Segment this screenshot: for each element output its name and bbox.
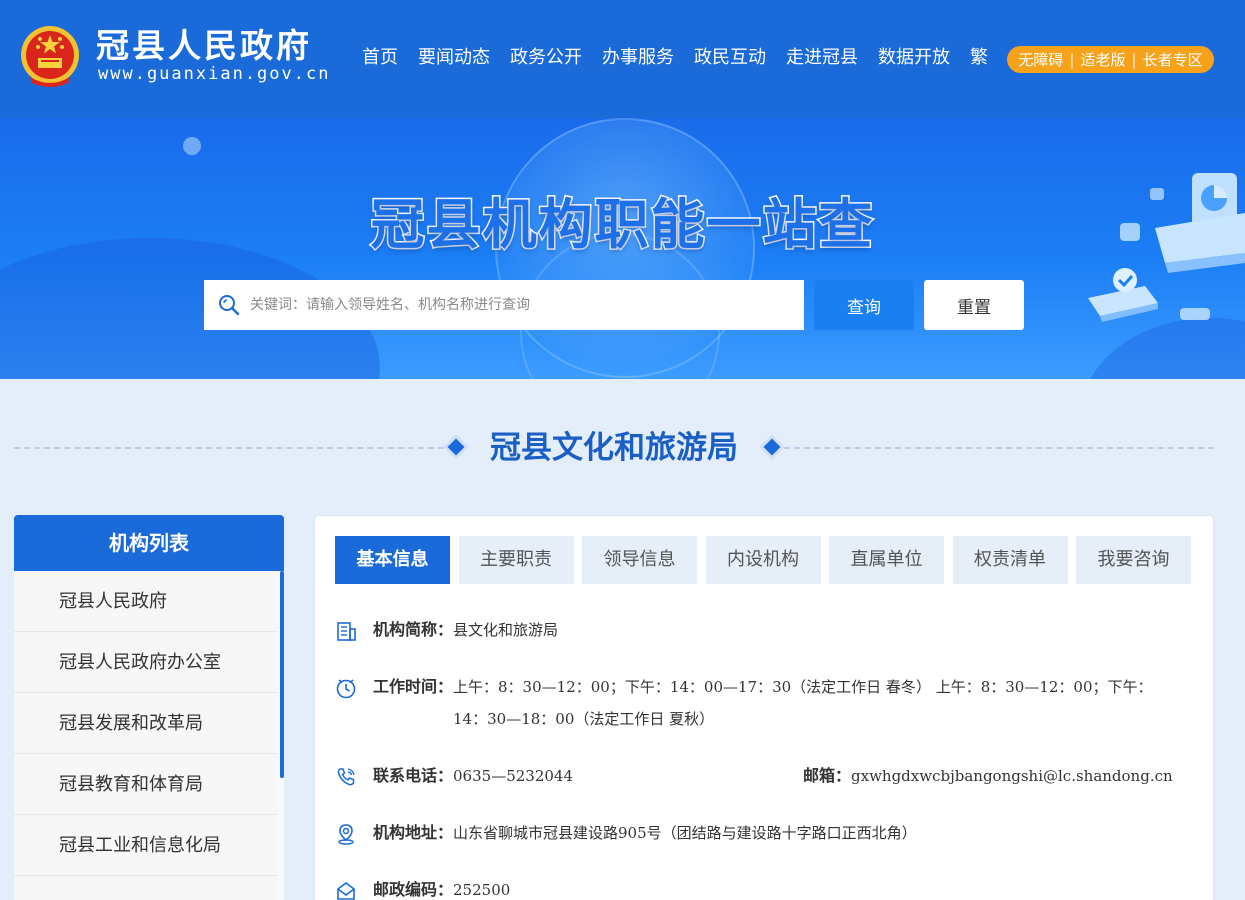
nav-open-data[interactable]: 数据开放 — [878, 44, 950, 72]
main-nav: 首页 要闻动态 政务公开 办事服务 政民互动 走进冠县 数据开放 繁 — [362, 44, 998, 72]
sidebar-item-county-government[interactable]: 冠县人民政府 — [14, 571, 278, 632]
info-contact-row: 联系电话： 0635—5232044 邮箱： gxwhgdxwcbjbangon… — [335, 760, 1195, 792]
sidebar-title: 机构列表 — [14, 515, 284, 571]
separator: | — [1131, 50, 1137, 69]
data-illustration-icon — [1088, 173, 1245, 322]
sidebar-item-next[interactable] — [14, 876, 278, 900]
envelope-icon — [337, 882, 355, 900]
separator: | — [1069, 50, 1075, 69]
org-short-name: 县文化和旅游局 — [453, 621, 559, 639]
search-input[interactable] — [250, 297, 804, 313]
info-label: 邮政编码： — [373, 880, 454, 899]
info-postcode-row: 邮政编码： 252500 — [335, 874, 510, 900]
nav-news[interactable]: 要闻动态 — [418, 44, 490, 72]
search-box — [204, 280, 804, 330]
org-sidebar: 机构列表 冠县人民政府 冠县人民政府办公室 冠县发展和改革局 冠县教育和体育局 … — [14, 515, 284, 900]
site-title[interactable]: 冠县人民政府 — [96, 26, 312, 66]
tab-leaders[interactable]: 领导信息 — [582, 536, 697, 584]
info-label: 联系电话： — [373, 766, 454, 785]
clock-icon — [336, 679, 356, 699]
tab-power-list[interactable]: 权责清单 — [952, 536, 1068, 584]
search-banner: 冠县机构职能一站查 查询 重置 — [0, 118, 1245, 379]
site-header: 冠县人民政府 www.guanxian.gov.cn 首页 要闻动态 政务公开 … — [0, 0, 1245, 118]
tab-internal-units[interactable]: 内设机构 — [705, 536, 821, 584]
sidebar-scrollbar[interactable] — [280, 571, 284, 778]
banner-title: 冠县机构职能一站查 — [369, 192, 875, 258]
info-short-name-row: 机构简称： 县文化和旅游局 — [335, 614, 558, 646]
location-pin-icon — [338, 824, 354, 845]
accessibility-link[interactable]: 无障碍 — [1018, 49, 1063, 70]
org-detail-panel: 基本信息 主要职责 领导信息 内设机构 直属单位 权责清单 我要咨询 机构简称：… — [314, 515, 1214, 900]
section-title-row: 冠县文化和旅游局 — [14, 425, 1214, 471]
contact-email[interactable]: gxwhgdxwcbjbangongshi@lc.shandong.cn — [851, 760, 1173, 792]
nav-about-guanxian[interactable]: 走进冠县 — [786, 44, 858, 72]
org-list: 冠县人民政府 冠县人民政府办公室 冠县发展和改革局 冠县教育和体育局 冠县工业和… — [14, 571, 284, 900]
contact-phone: 0635—5232044 — [453, 767, 573, 785]
postal-code: 252500 — [453, 881, 511, 899]
info-label: 机构地址： — [373, 823, 454, 842]
detail-tabs: 基本信息 主要职责 领导信息 内设机构 直属单位 权责清单 我要咨询 — [335, 536, 1200, 584]
query-button[interactable]: 查询 — [814, 280, 914, 330]
nav-gov-affairs[interactable]: 政务公开 — [510, 44, 582, 72]
national-emblem-icon[interactable] — [20, 25, 80, 89]
info-label: 机构简称： — [373, 620, 454, 639]
org-address: 山东省聊城市冠县建设路905号（团结路与建设路十字路口正西北角） — [453, 824, 917, 842]
info-label: 工作时间： — [373, 677, 454, 696]
sidebar-item-industry-it[interactable]: 冠县工业和信息化局 — [14, 815, 278, 876]
tab-basic-info[interactable]: 基本信息 — [335, 536, 450, 584]
nav-interaction[interactable]: 政民互动 — [694, 44, 766, 72]
elderly-mode-link[interactable]: 适老版 — [1080, 49, 1125, 70]
sidebar-item-government-office[interactable]: 冠县人民政府办公室 — [14, 632, 278, 693]
banner-decoration — [183, 137, 201, 155]
senior-zone-link[interactable]: 长者专区 — [1143, 49, 1203, 70]
phone-icon — [337, 768, 355, 786]
accessibility-bar: 无障碍 | 适老版 | 长者专区 — [1007, 46, 1214, 73]
reset-button[interactable]: 重置 — [924, 280, 1024, 330]
nav-services[interactable]: 办事服务 — [602, 44, 674, 72]
tab-affiliated-units[interactable]: 直属单位 — [829, 536, 944, 584]
email-block: 邮箱： gxwhgdxwcbjbangongshi@lc.shandong.cn — [803, 760, 1173, 792]
info-address-row: 机构地址： 山东省聊城市冠县建设路905号（团结路与建设路十字路口正西北角） — [335, 817, 917, 849]
sidebar-item-development-reform[interactable]: 冠县发展和改革局 — [14, 693, 278, 754]
office-hours: 上午：8：30—12：00；下午：14：00—17：30（法定工作日 春冬） 上… — [453, 678, 1153, 728]
nav-home[interactable]: 首页 — [362, 44, 398, 72]
tab-consult[interactable]: 我要咨询 — [1076, 536, 1191, 584]
divider — [784, 447, 1214, 449]
info-hours-row: 工作时间： 上午：8：30—12：00；下午：14：00—17：30（法定工作日… — [335, 671, 1173, 735]
nav-traditional-chinese[interactable]: 繁 — [970, 44, 988, 72]
info-label: 邮箱： — [803, 766, 852, 785]
site-url[interactable]: www.guanxian.gov.cn — [98, 64, 330, 84]
search-icon — [219, 295, 240, 316]
sidebar-item-education-sports[interactable]: 冠县教育和体育局 — [14, 754, 278, 815]
tab-main-duties[interactable]: 主要职责 — [458, 536, 574, 584]
building-icon — [337, 622, 356, 641]
